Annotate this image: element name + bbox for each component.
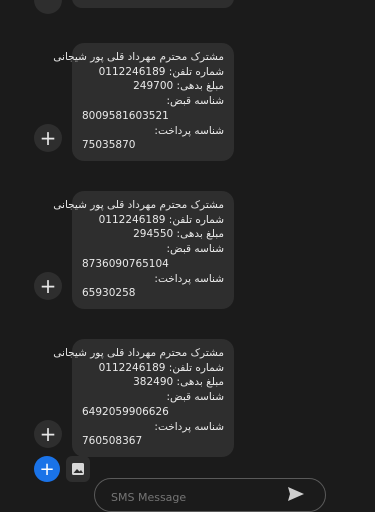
attach-button[interactable]: + xyxy=(34,456,60,482)
image-gallery-icon xyxy=(72,463,84,475)
message-action-button[interactable] xyxy=(34,0,62,14)
bill-id-label: شناسه قبض: xyxy=(166,391,224,404)
message-bubble[interactable] xyxy=(72,0,234,8)
bill-id-label: شناسه قبض: xyxy=(166,95,224,108)
plus-icon: + xyxy=(39,126,57,150)
message-action-button[interactable]: + xyxy=(34,272,62,300)
message-bubble[interactable]: مشترک محترم مهرداد قلی پور شیجانی شماره … xyxy=(53,339,234,457)
sms-message-input[interactable] xyxy=(109,487,283,507)
message-bubble[interactable]: مشترک محترم مهرداد قلی پور شیجانی شماره … xyxy=(53,43,234,161)
message-greeting: مشترک محترم مهرداد قلی پور شیجانی xyxy=(53,347,224,359)
debt-line: مبلغ بدهی: 249700 xyxy=(133,80,224,93)
message-greeting: مشترک محترم مهرداد قلی پور شیجانی xyxy=(53,199,224,211)
bill-id-label: شناسه قبض: xyxy=(166,243,224,256)
payment-id-value: 760508367 xyxy=(82,435,143,448)
plus-icon: + xyxy=(39,458,55,480)
plus-icon: + xyxy=(39,422,57,446)
bill-id-value: 8009581603521 xyxy=(82,109,169,122)
message-input-container[interactable] xyxy=(94,478,326,512)
payment-id-label: شناسه پرداخت: xyxy=(154,272,224,285)
message-action-button[interactable]: + xyxy=(34,124,62,152)
payment-id-value: 75035870 xyxy=(82,139,136,152)
gallery-button[interactable] xyxy=(66,456,90,482)
message-greeting: مشترک محترم مهرداد قلی پور شیجانی xyxy=(53,51,224,63)
bill-id-value: 8736090765104 xyxy=(82,257,169,270)
plus-icon: + xyxy=(39,274,57,298)
phone-line: شماره تلفن: 0112246189 xyxy=(98,213,224,226)
message-bubble[interactable]: مشترک محترم مهرداد قلی پور شیجانی شماره … xyxy=(53,191,234,309)
debt-line: مبلغ بدهی: 294550 xyxy=(133,228,224,241)
payment-id-label: شناسه پرداخت: xyxy=(154,124,224,137)
bill-id-value: 6492059906626 xyxy=(82,405,169,418)
phone-line: شماره تلفن: 0112246189 xyxy=(98,65,224,78)
payment-id-label: شناسه پرداخت: xyxy=(154,420,224,433)
message-action-button[interactable]: + xyxy=(34,420,62,448)
phone-line: شماره تلفن: 0112246189 xyxy=(98,361,224,374)
payment-id-value: 65930258 xyxy=(82,287,136,300)
message-thread: مشترک محترم مهرداد قلی پور شیجانی شماره … xyxy=(0,0,375,512)
debt-line: مبلغ بدهی: 382490 xyxy=(133,376,224,389)
